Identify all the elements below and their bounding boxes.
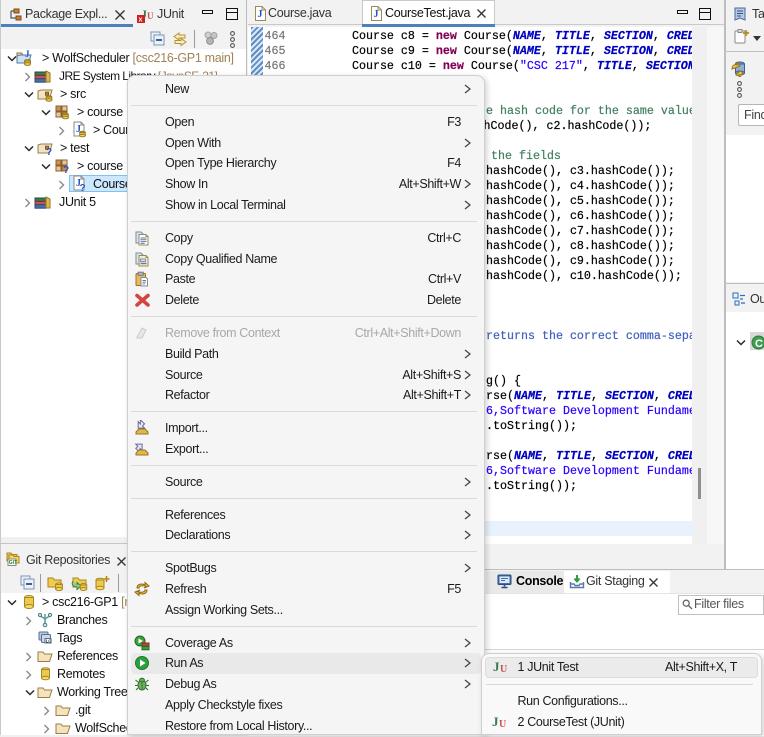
svg-text:J: J <box>258 9 263 20</box>
svg-text:?: ? <box>80 183 86 192</box>
svg-text:?: ? <box>63 165 69 174</box>
svg-text:GIT: GIT <box>9 560 17 566</box>
svg-text:J: J <box>492 714 499 729</box>
svg-text:LO: LO <box>46 638 52 643</box>
svg-text:U: U <box>500 664 507 675</box>
svg-text:?: ? <box>46 147 52 156</box>
svg-text:U: U <box>499 719 506 730</box>
svg-text:x: x <box>139 17 143 24</box>
svg-text:C: C <box>755 338 763 350</box>
svg-text:U: U <box>147 11 154 21</box>
svg-text:J: J <box>374 9 379 20</box>
svg-text:J: J <box>493 659 500 674</box>
